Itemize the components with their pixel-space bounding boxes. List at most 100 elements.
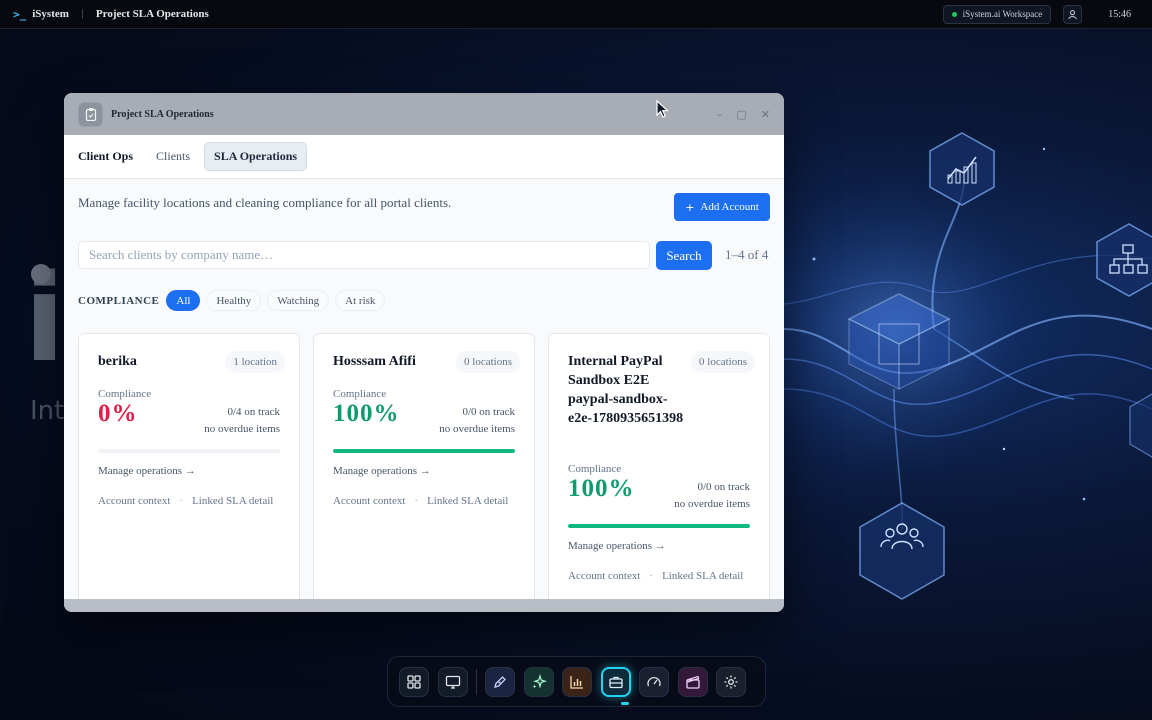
client-card[interactable]: Hosssam Afifi 0 locations Compliance 100…: [313, 333, 535, 612]
dock: [387, 656, 766, 707]
linked-sla-detail-link[interactable]: Linked SLA detail: [192, 495, 273, 507]
dock-ai-button[interactable]: [523, 666, 554, 697]
nav-brand[interactable]: Client Ops: [78, 149, 133, 164]
client-name: Internal PayPal Sandbox E2E paypal-sandb…: [568, 354, 684, 426]
filter-label: COMPLIANCE: [78, 294, 160, 307]
compliance-bar: [333, 449, 515, 453]
compliance-stats: 0/0 on track no overdue items: [439, 404, 515, 438]
gear-icon: [724, 675, 738, 688]
add-account-label: Add Account: [700, 201, 759, 213]
compliance-bar: [568, 524, 750, 528]
card-links: Account context · Linked SLA detail: [333, 495, 508, 507]
gauge-icon: [647, 676, 661, 686]
dock-analytics-button[interactable]: [562, 666, 592, 697]
window-titlebar[interactable]: Project SLA Operations – ▢ ✕: [64, 93, 784, 135]
dock-pen-button[interactable]: [485, 666, 515, 697]
compliance-stats: 0/4 on track no overdue items: [204, 404, 280, 438]
location-badge: 0 locations: [691, 351, 755, 373]
dock-media-button[interactable]: [677, 666, 708, 697]
client-name: berika: [98, 354, 137, 369]
main-content: Manage facility locations and cleaning c…: [64, 179, 784, 612]
dock-settings-button[interactable]: [716, 666, 746, 697]
workspace-badge[interactable]: iSystem.ai Workspace: [942, 4, 1052, 24]
top-bar: >_ iSystem Project SLA Operations iSyste…: [0, 0, 1152, 29]
background-network-art: [784, 132, 1152, 600]
dock-divider: [476, 668, 477, 695]
location-badge: 1 location: [225, 351, 285, 373]
clapperboard-icon: [685, 675, 700, 689]
compliance-bar-fill: [568, 524, 750, 528]
compliance-label: Compliance: [333, 388, 387, 400]
compliance-percent: 0%: [98, 400, 138, 427]
close-icon[interactable]: ✕: [761, 108, 770, 121]
filter-chip-at-risk[interactable]: At risk: [335, 290, 386, 311]
overdue-status: no overdue items: [439, 423, 515, 435]
user-icon: [1068, 9, 1077, 19]
on-track-count: 0/0 on track: [462, 406, 515, 418]
linked-sla-detail-link[interactable]: Linked SLA detail: [427, 495, 508, 507]
compliance-block: Compliance 0% 0/4 on track no overdue it…: [98, 388, 280, 507]
link-separator: ·: [414, 495, 419, 507]
filter-chip-healthy[interactable]: Healthy: [206, 290, 262, 311]
bar-chart-icon: [570, 675, 583, 689]
workspace-label: iSystem.ai Workspace: [962, 9, 1043, 19]
dock-operations-button[interactable]: [600, 666, 631, 697]
client-card[interactable]: berika 1 location Compliance 0% 0/4 on t…: [78, 333, 300, 612]
compliance-block: Compliance 100% 0/0 on track no overdue …: [568, 463, 750, 582]
user-button[interactable]: [1063, 4, 1083, 24]
manage-operations-link[interactable]: Manage operations →: [98, 465, 196, 477]
compliance-percent: 100%: [568, 475, 635, 502]
clipboard-icon: [78, 101, 103, 127]
add-account-button[interactable]: + Add Account: [674, 193, 770, 221]
window-title: Project SLA Operations: [111, 108, 214, 120]
on-track-count: 0/4 on track: [227, 406, 280, 418]
account-context-link[interactable]: Account context: [333, 495, 405, 507]
client-card[interactable]: Internal PayPal Sandbox E2E paypal-sandb…: [548, 333, 770, 612]
account-context-link[interactable]: Account context: [98, 495, 170, 507]
search-button[interactable]: Search: [656, 241, 712, 270]
dock-desktop-button[interactable]: [437, 666, 468, 697]
compliance-stats: 0/0 on track no overdue items: [674, 479, 750, 513]
compliance-bar-fill: [333, 449, 515, 453]
clock: 15:46: [1108, 8, 1131, 20]
compliance-label: Compliance: [98, 388, 152, 400]
monitor-icon: [445, 675, 460, 689]
minimize-icon[interactable]: –: [717, 108, 723, 121]
tab-clients[interactable]: Clients: [147, 143, 199, 170]
background-text: Int: [30, 396, 65, 426]
mouse-cursor-icon: [656, 100, 670, 118]
manage-operations-link[interactable]: Manage operations →: [333, 465, 431, 477]
page-title: Project SLA Operations: [95, 8, 209, 20]
on-track-count: 0/0 on track: [697, 481, 750, 493]
maximize-icon[interactable]: ▢: [736, 108, 746, 121]
pen-icon: [494, 675, 506, 688]
compliance-filters: COMPLIANCE All Healthy Watching At risk: [78, 290, 391, 311]
search-input[interactable]: [78, 241, 650, 269]
tab-sla-operations[interactable]: SLA Operations: [204, 142, 308, 171]
linked-sla-detail-link[interactable]: Linked SLA detail: [662, 570, 743, 582]
overdue-status: no overdue items: [674, 498, 750, 510]
filter-chip-watching[interactable]: Watching: [267, 290, 330, 311]
app-logo[interactable]: >_ iSystem: [13, 8, 69, 21]
briefcase-icon: [608, 676, 623, 688]
dock-performance-button[interactable]: [639, 666, 669, 697]
account-context-link[interactable]: Account context: [568, 570, 640, 582]
app-window: Project SLA Operations – ▢ ✕ Client Ops …: [64, 93, 784, 612]
window-footer: [64, 599, 784, 612]
card-links: Account context · Linked SLA detail: [568, 570, 743, 582]
dock-apps-button[interactable]: [399, 666, 429, 697]
link-separator: ·: [179, 495, 184, 507]
manage-operations-link[interactable]: Manage operations →: [568, 540, 666, 552]
filter-chip-all[interactable]: All: [166, 290, 201, 311]
result-count: 1–4 of 4: [725, 247, 769, 262]
compliance-block: Compliance 100% 0/0 on track no overdue …: [333, 388, 515, 507]
overdue-status: no overdue items: [204, 423, 280, 435]
sparkles-icon: [532, 673, 547, 688]
app-nav: Client Ops Clients SLA Operations: [64, 135, 784, 179]
compliance-percent: 100%: [333, 400, 400, 427]
client-name: Hosssam Afifi: [333, 354, 416, 369]
divider: [81, 9, 83, 19]
compliance-label: Compliance: [568, 463, 622, 475]
active-app-indicator: [621, 702, 629, 705]
status-dot-icon: [951, 11, 957, 17]
